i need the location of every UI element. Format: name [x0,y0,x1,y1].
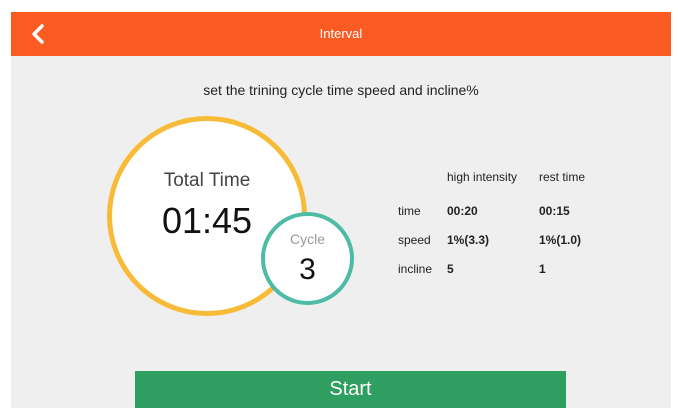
row-label-time: time [398,204,421,218]
start-button[interactable]: Start [135,371,566,408]
column-header-high-intensity: high intensity [447,170,518,184]
column-header-rest-time: rest time [539,170,586,184]
header-bar: Interval [11,12,671,56]
speed-high-value[interactable]: 1%(3.3) [447,233,489,247]
row-label-incline: incline [398,262,433,276]
incline-rest-value[interactable]: 1 [539,262,546,276]
row-label-speed: speed [398,233,431,247]
speed-rest-value[interactable]: 1%(1.0) [539,233,581,247]
cycle-value[interactable]: 3 [261,253,354,287]
incline-high-value[interactable]: 5 [447,262,454,276]
back-button[interactable] [21,18,53,50]
instruction-text: set the trining cycle time speed and inc… [203,82,479,98]
total-time-label: Total Time [163,170,251,191]
cycle-label: Cycle [289,231,325,247]
page-title: Interval [319,26,363,41]
time-rest-value[interactable]: 00:15 [539,204,570,218]
time-high-value[interactable]: 00:20 [447,204,478,218]
chevron-left-icon [32,24,44,44]
interval-screen: Interval set the trining cycle time spee… [11,12,671,408]
